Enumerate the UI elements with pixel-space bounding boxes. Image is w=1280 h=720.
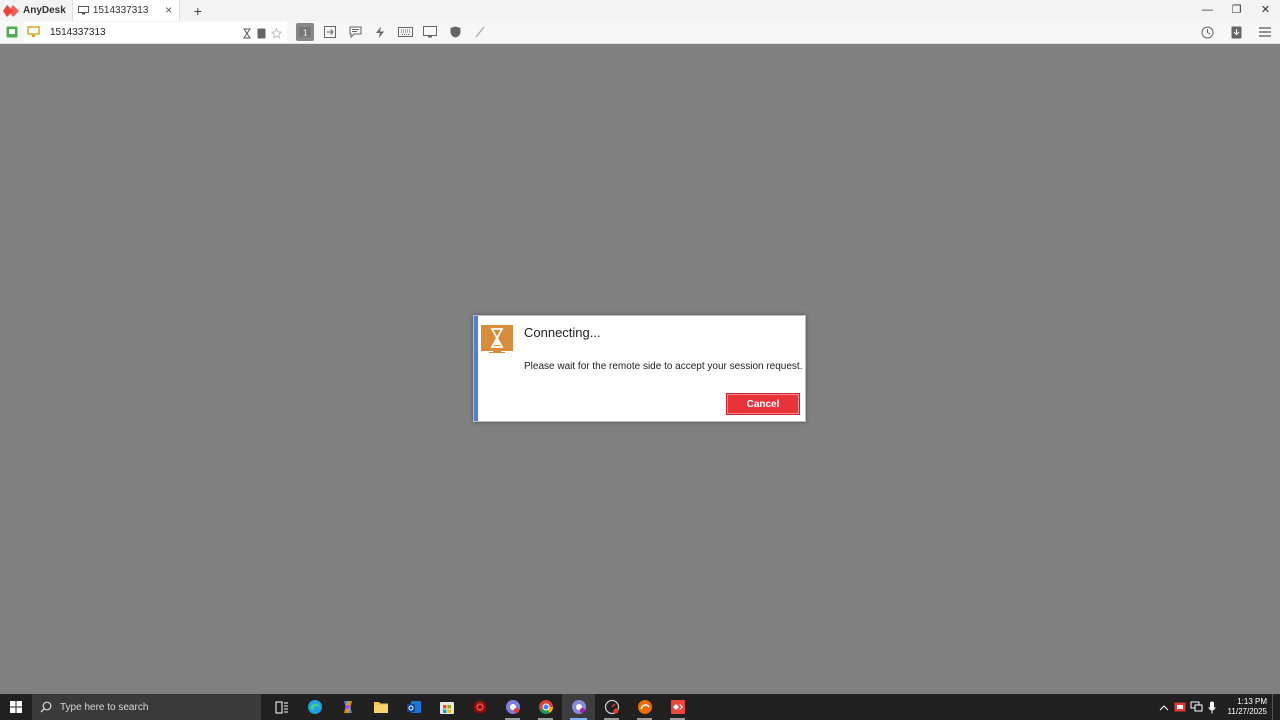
keyboard-icon[interactable]	[396, 23, 414, 41]
window-controls: — ❐ ✕	[1193, 0, 1280, 21]
toolbar-right	[1198, 23, 1274, 41]
minimize-button[interactable]: —	[1193, 0, 1222, 21]
chrome-icon[interactable]	[529, 694, 562, 720]
file-transfer-icon[interactable]	[255, 24, 267, 42]
address-value[interactable]: 1514337313	[50, 27, 106, 38]
actions-lightning-icon[interactable]	[371, 23, 389, 41]
display-settings-icon[interactable]	[421, 23, 439, 41]
start-button[interactable]	[0, 694, 32, 720]
svg-text:1: 1	[303, 29, 308, 38]
file-explorer-icon[interactable]	[364, 694, 397, 720]
taskbar-search[interactable]: Type here to search	[32, 694, 261, 720]
tab-label: 1514337313	[92, 5, 149, 16]
anydesk-taskbar-icon[interactable]	[661, 694, 694, 720]
hourglass-monitor-icon	[481, 325, 513, 351]
clock-time: 1:13 PM	[1237, 697, 1267, 706]
windows-taskbar: Type here to search 1:13 PM 11/27/2025	[0, 694, 1280, 720]
microphone-icon[interactable]	[1204, 694, 1220, 720]
orange-app-icon[interactable]	[628, 694, 661, 720]
history-icon[interactable]	[1198, 23, 1216, 41]
chrome-profile-icon[interactable]	[496, 694, 529, 720]
remote-desktop-icon	[27, 25, 40, 43]
microsoft-store-icon[interactable]	[430, 694, 463, 720]
menu-hamburger-icon[interactable]	[1256, 23, 1274, 41]
restore-button[interactable]: ❐	[1222, 0, 1251, 21]
taskbar-apps	[265, 694, 694, 720]
system-tray: 1:13 PM 11/27/2025	[1156, 694, 1280, 720]
video-recorder-icon[interactable]	[463, 694, 496, 720]
dialog-message: Please wait for the remote side to accep…	[524, 361, 803, 372]
task-view-icon[interactable]	[265, 694, 298, 720]
app-name: AnyDesk	[23, 5, 66, 16]
chrome-profile-2-icon[interactable]	[562, 694, 595, 720]
cancel-button[interactable]: Cancel	[726, 393, 800, 415]
tray-app-icon[interactable]	[1172, 694, 1188, 720]
close-tab-icon[interactable]: ×	[162, 3, 176, 17]
session-toolbar: 1514337313 1	[0, 21, 1280, 44]
connection-status-icon[interactable]	[3, 23, 21, 41]
network-icon[interactable]	[1188, 694, 1204, 720]
edge-icon[interactable]	[298, 694, 331, 720]
download-icon[interactable]	[1227, 23, 1245, 41]
search-icon	[40, 701, 52, 713]
dialog-title: Connecting...	[524, 325, 601, 340]
windows-logo-icon	[10, 701, 22, 713]
tab-remote-session[interactable]: 1514337313 ×	[71, 0, 180, 21]
switch-sides-icon[interactable]	[321, 23, 339, 41]
chat-icon[interactable]	[346, 23, 364, 41]
title-bar: AnyDesk 1514337313 × + — ❐ ✕	[0, 0, 1280, 21]
clock-date: 11/27/2025	[1227, 707, 1267, 716]
app-brand: AnyDesk	[0, 0, 66, 21]
whiteboard-pen-icon[interactable]	[471, 23, 489, 41]
speedometer-icon[interactable]	[595, 694, 628, 720]
outlook-icon[interactable]	[397, 694, 430, 720]
session-tools: 1	[296, 23, 489, 41]
favorite-star-icon[interactable]	[269, 24, 283, 42]
copilot-icon[interactable]	[331, 694, 364, 720]
display-one-icon[interactable]: 1	[296, 23, 314, 41]
monitor-icon	[77, 2, 89, 20]
chevron-up-icon[interactable]	[1156, 694, 1172, 720]
new-tab-button[interactable]: +	[190, 3, 206, 19]
close-window-button[interactable]: ✕	[1251, 0, 1280, 21]
permissions-shield-icon[interactable]	[446, 23, 464, 41]
show-desktop-button[interactable]	[1272, 694, 1280, 720]
anydesk-logo-icon	[3, 3, 19, 19]
hourglass-icon	[241, 24, 253, 42]
dialog-accent-bar	[474, 316, 478, 421]
taskbar-clock[interactable]: 1:13 PM 11/27/2025	[1224, 694, 1272, 720]
address-bar[interactable]: 1514337313	[24, 22, 287, 43]
search-placeholder[interactable]: Type here to search	[60, 702, 148, 713]
connecting-dialog: Connecting... Please wait for the remote…	[473, 315, 806, 422]
